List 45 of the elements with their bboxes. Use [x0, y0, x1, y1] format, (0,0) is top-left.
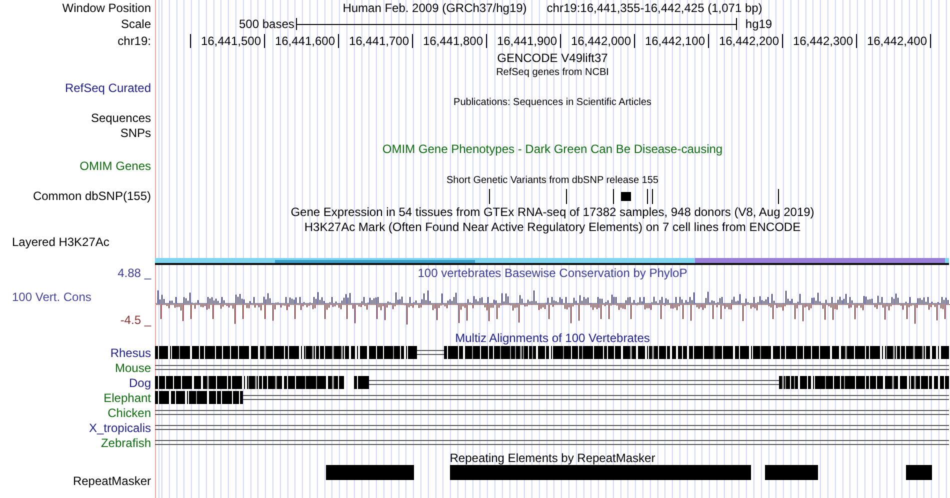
track-title: OMIM Gene Phenotypes - Dark Green Can Be Disease-causing [382, 142, 723, 156]
track-caption: Short Genetic Variants from dbSNP release 155 [446, 174, 658, 186]
track-label[interactable]: Dog [128, 376, 151, 390]
track-label[interactable]: Zebrafish [100, 436, 151, 450]
ruler-tick-label: 16,441,900 [487, 34, 561, 48]
track-label[interactable]: X_tropicalis [88, 420, 151, 434]
axis-min-label: -4.5 _ [120, 313, 152, 327]
ruler-tick-label: 16,442,000 [561, 34, 635, 48]
track-label[interactable]: OMIM Genes [80, 158, 151, 172]
track-label[interactable]: Sequences [90, 110, 151, 124]
ruler-tick-label: 16,441,600 [265, 34, 339, 48]
track-label[interactable]: Rhesus [110, 346, 151, 360]
axis-max-label: 4.88 _ [118, 266, 152, 280]
scale-bar-icon [296, 18, 738, 30]
track-title: H3K27Ac Mark (Often Found Near Active Regulatory Elements) on 7 cell lines from ENCODE [304, 220, 801, 234]
track-label[interactable]: Chicken [108, 406, 151, 420]
track-label[interactable]: RefSeq Curated [64, 80, 151, 94]
track-label[interactable]: Layered H3K27Ac [12, 235, 110, 249]
scale-length: 500 bases [239, 17, 294, 31]
track-caption: Publications: Sequences in Scientific Articles [454, 96, 652, 108]
track-label[interactable]: RepeatMasker [72, 474, 151, 488]
ruler-tick-label: 16,441,500 [191, 34, 265, 48]
track-label[interactable]: 100 Vert. Cons [0, 290, 154, 304]
track-label[interactable]: Common dbSNP(155) [32, 189, 151, 203]
ruler-tick-label: 16,442,200 [709, 34, 783, 48]
ruler-tick-label: 16,442,400 [857, 34, 931, 48]
assembly-title: Human Feb. 2009 (GRCh37/hg19) [342, 1, 527, 15]
track-caption: RefSeq genes from NCBI [496, 66, 609, 78]
track-label[interactable]: Window Position [62, 1, 151, 15]
ruler-tick-label: 16,442,300 [783, 34, 857, 48]
ruler-tick-label: 16,441,800 [413, 34, 487, 48]
position-range: chr19:16,441,355-16,442,425 (1,071 bp) [546, 1, 762, 15]
ruler-tick-label: 16,442,100 [635, 34, 709, 48]
track-label[interactable]: Mouse [114, 360, 151, 374]
assembly-name: hg19 [745, 17, 772, 31]
track-title: GENCODE V49lift37 [497, 50, 608, 64]
track-title: 100 vertebrates Basewise Conservation by PhyloP [418, 266, 688, 280]
track-title: Repeating Elements by RepeatMasker [450, 450, 656, 464]
ruler-tick-label: 16,441,700 [339, 34, 413, 48]
track-title: Multiz Alignments of 100 Vertebrates [455, 330, 650, 344]
track-label[interactable]: chr19: [118, 34, 151, 48]
track-title: Gene Expression in 54 tissues from GTEx RNA-seq of 17382 samples, 948 donors (V8, Aug 2019) [290, 204, 814, 218]
track-label[interactable]: Scale [120, 17, 151, 31]
track-label[interactable]: SNPs [120, 126, 151, 140]
track-label[interactable]: Elephant [104, 390, 151, 404]
